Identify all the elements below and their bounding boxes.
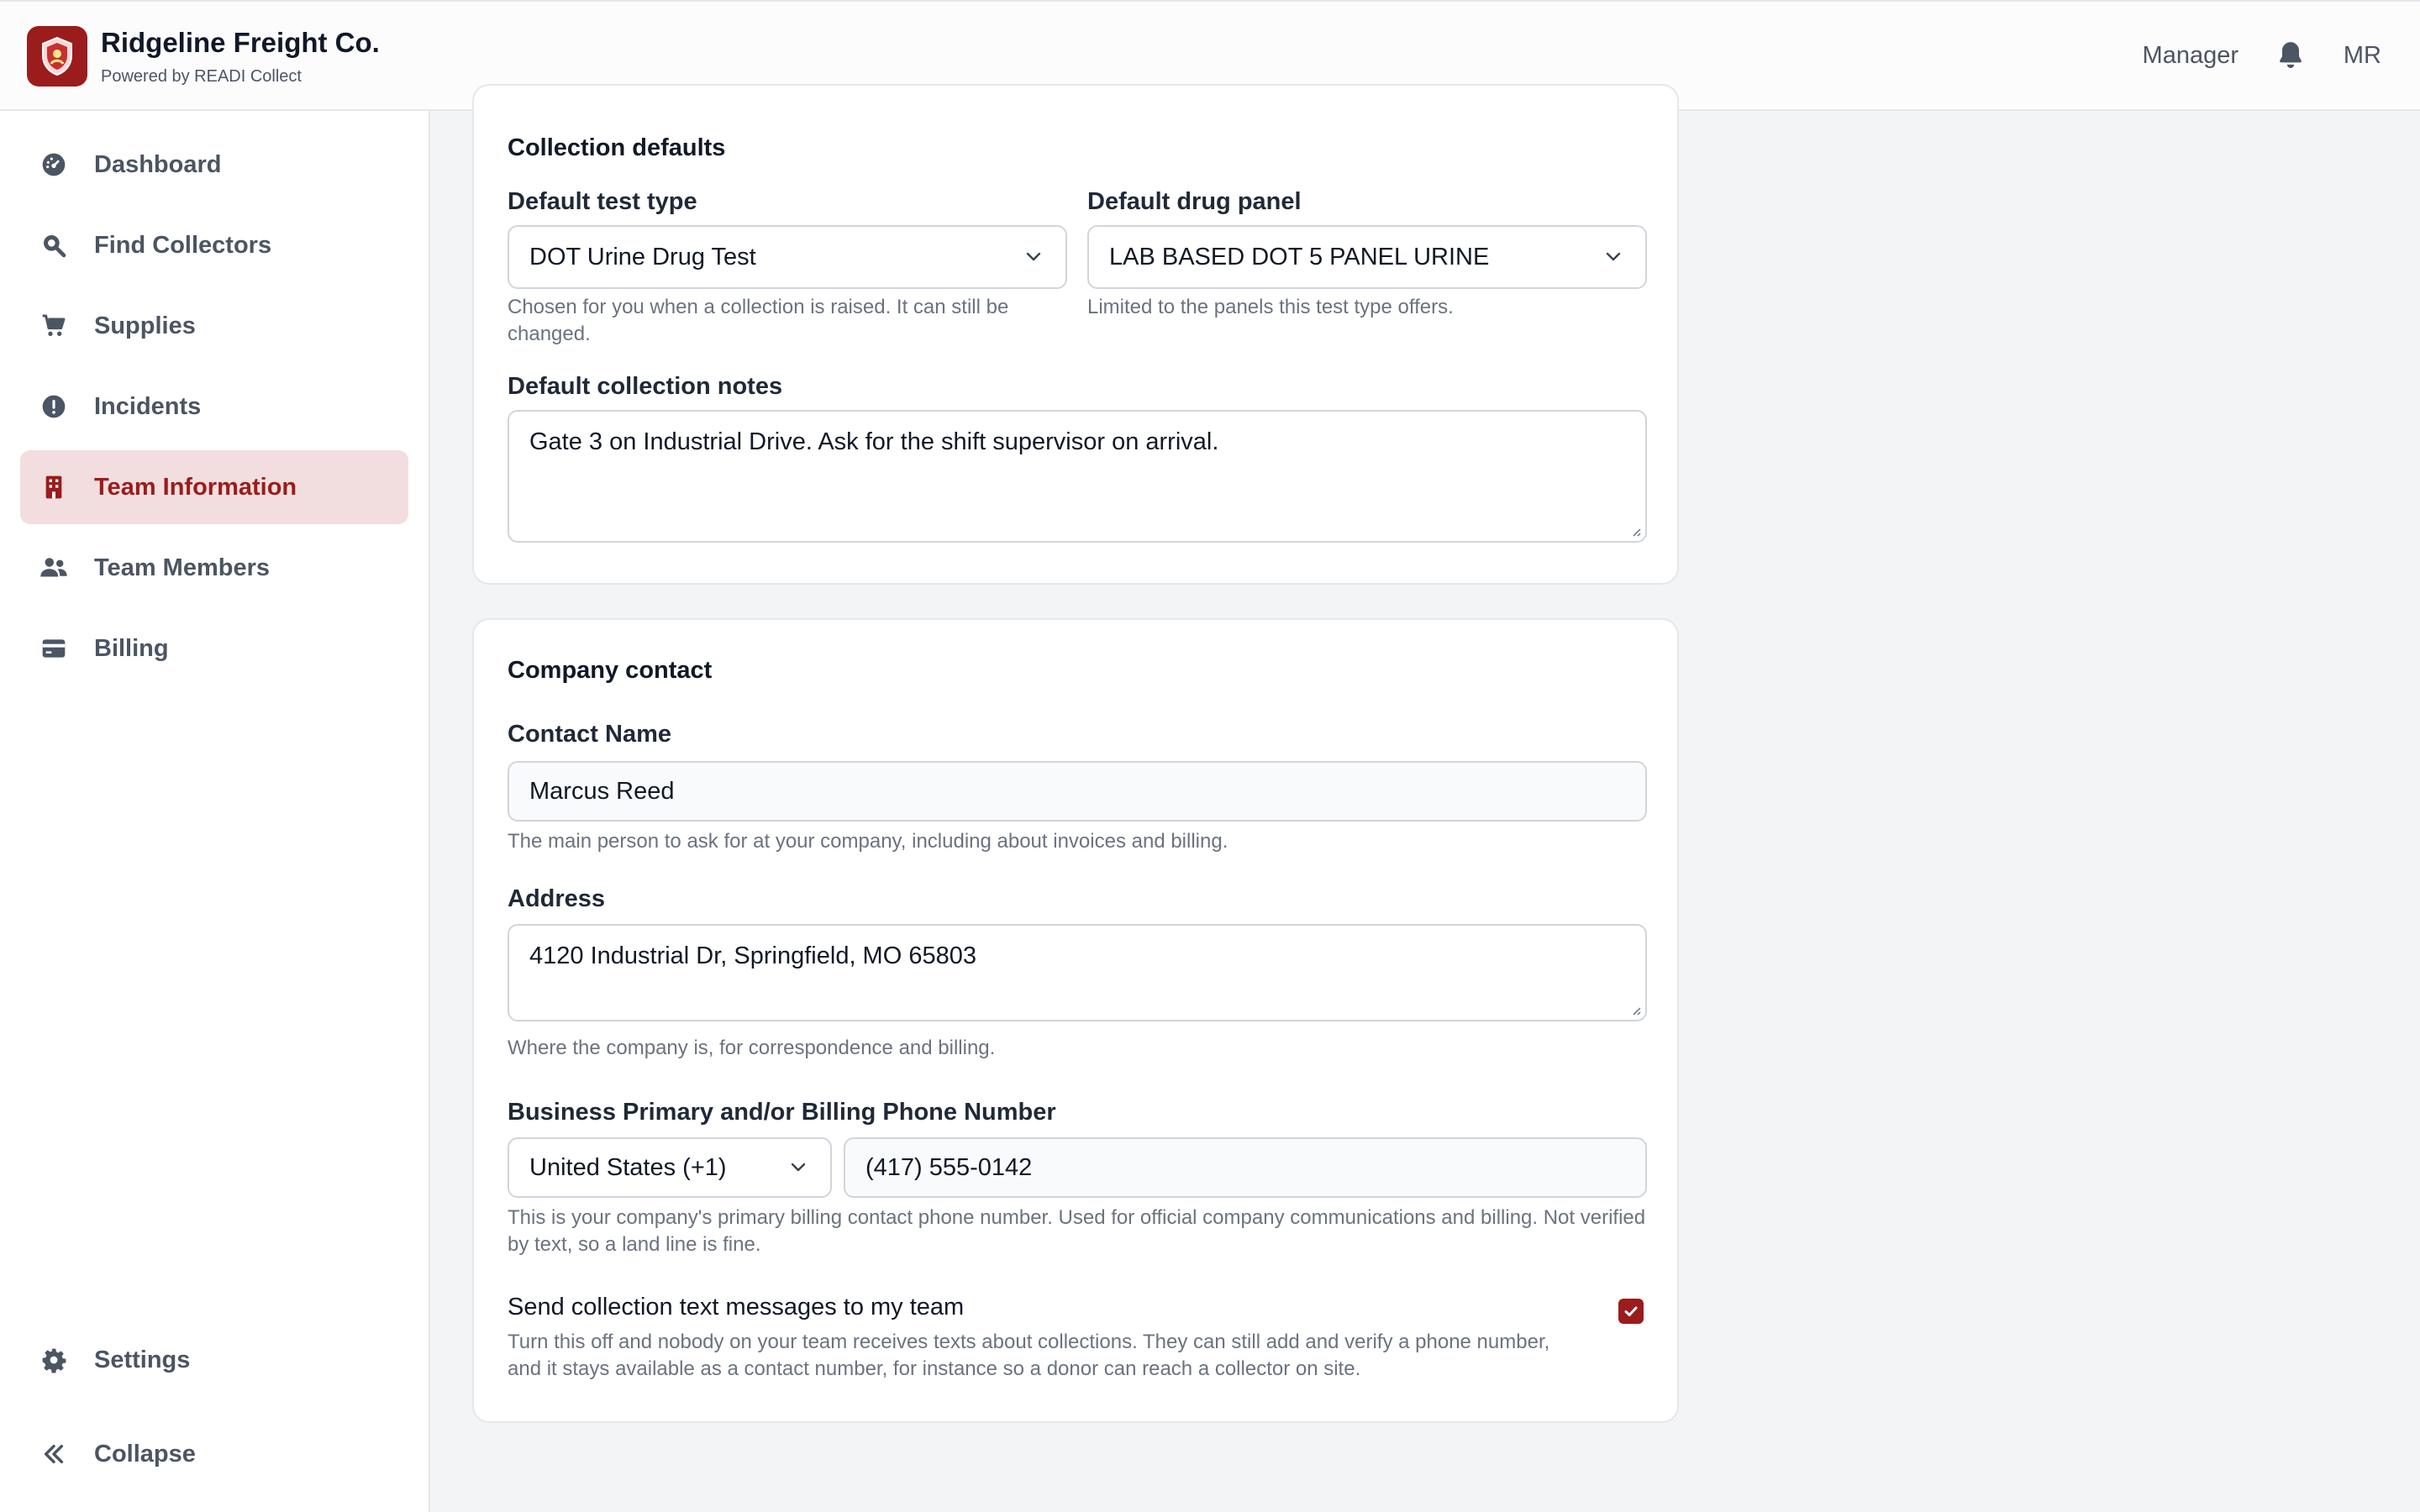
notes-label: Default collection notes xyxy=(508,373,783,400)
drug-panel-select[interactable]: LAB BASED DOT 5 PANEL URINE xyxy=(1087,225,1647,289)
chevron-down-icon xyxy=(1606,252,1621,261)
sidebar-item-dashboard[interactable]: Dashboard xyxy=(20,128,408,202)
notes-value: Gate 3 on Industrial Drive. Ask for the … xyxy=(529,428,1219,455)
sidebar-item-find-collectors[interactable]: Find Collectors xyxy=(20,208,408,282)
role-switcher[interactable]: Manager xyxy=(2143,42,2238,70)
phone-number-value: (417) 555-0142 xyxy=(865,1153,1033,1181)
sidebar-collapse-button[interactable]: Collapse xyxy=(20,1417,408,1491)
brand-tagline: Powered by READI Collect xyxy=(101,67,302,86)
contact-name-label: Contact Name xyxy=(508,721,671,748)
credit-card-icon xyxy=(37,632,71,665)
drug-panel-value: LAB BASED DOT 5 PANEL URINE xyxy=(1109,243,1490,270)
country-code-select[interactable]: United States (+1) xyxy=(508,1137,832,1198)
sms-help: Turn this off and nobody on your team re… xyxy=(508,1331,1550,1380)
sidebar-item-label: Settings xyxy=(94,1346,191,1373)
sidebar-item-label: Billing xyxy=(94,634,169,662)
gauge-icon xyxy=(37,148,71,181)
sidebar-item-incidents[interactable]: Incidents xyxy=(20,370,408,444)
sms-toggle-label: Send collection text messages to my team xyxy=(508,1294,965,1320)
contact-name-input[interactable]: Marcus Reed xyxy=(508,761,1647,822)
sidebar-item-team-information[interactable]: Team Information xyxy=(20,450,408,524)
sidebar-item-label: Team Members xyxy=(94,554,270,581)
contact-name-help: The main person to ask for at your compa… xyxy=(508,830,1228,853)
sidebar-item-label: Team Information xyxy=(94,473,297,501)
phone-help: This is your company's primary billing c… xyxy=(508,1206,1646,1256)
test-type-help: Chosen for you when a collection is rais… xyxy=(508,296,1009,345)
cart-icon xyxy=(37,309,71,343)
address-value: 4120 Industrial Dr, Springfield, MO 6580… xyxy=(529,942,976,969)
test-type-value: DOT Urine Drug Test xyxy=(529,243,756,270)
building-icon xyxy=(37,470,71,504)
drug-panel-label: Default drug panel xyxy=(1087,188,1302,215)
bell-icon[interactable] xyxy=(2274,39,2307,72)
notes-textarea[interactable]: Gate 3 on Industrial Drive. Ask for the … xyxy=(508,410,1647,543)
drug-panel-help: Limited to the panels this test type off… xyxy=(1087,296,1454,318)
collection-defaults-card: Collection defaults Default test type DO… xyxy=(472,84,1679,585)
sidebar-item-billing[interactable]: Billing xyxy=(20,612,408,685)
alert-icon xyxy=(37,390,71,423)
resize-grip-icon[interactable] xyxy=(1628,1003,1642,1016)
phone-number-input[interactable]: (417) 555-0142 xyxy=(844,1137,1647,1198)
sidebar-item-label: Incidents xyxy=(94,392,202,420)
country-code-value: United States (+1) xyxy=(529,1153,727,1181)
check-icon xyxy=(1624,1306,1638,1316)
sms-checkbox[interactable] xyxy=(1618,1299,1644,1324)
phone-label: Business Primary and/or Billing Phone Nu… xyxy=(508,1099,1056,1126)
section-title: Company contact xyxy=(508,657,713,684)
shield-icon xyxy=(27,26,87,87)
brand-name: Ridgeline Freight Co. xyxy=(101,27,380,58)
user-avatar[interactable]: MR xyxy=(2344,42,2381,70)
sidebar-item-settings[interactable]: Settings xyxy=(20,1323,408,1397)
address-help: Where the company is, for correspondence… xyxy=(508,1037,996,1059)
test-type-select[interactable]: DOT Urine Drug Test xyxy=(508,225,1067,289)
address-textarea[interactable]: 4120 Industrial Dr, Springfield, MO 6580… xyxy=(508,924,1647,1021)
chevron-down-icon xyxy=(1026,252,1041,261)
search-icon xyxy=(37,228,71,262)
section-title: Collection defaults xyxy=(508,134,726,161)
sidebar-item-label: Supplies xyxy=(94,312,196,339)
gear-icon xyxy=(37,1343,71,1377)
address-label: Address xyxy=(508,885,606,912)
sidebar-item-label: Find Collectors xyxy=(94,231,272,259)
chevrons-left-icon xyxy=(37,1437,71,1471)
chevron-down-icon xyxy=(791,1163,806,1172)
sidebar-item-team-members[interactable]: Team Members xyxy=(20,531,408,605)
company-contact-card: Company contact Contact Name Marcus Reed… xyxy=(472,618,1679,1423)
contact-name-value: Marcus Reed xyxy=(529,777,675,805)
resize-grip-icon[interactable] xyxy=(1628,524,1642,538)
users-icon xyxy=(37,551,71,585)
test-type-label: Default test type xyxy=(508,188,697,215)
sidebar-item-label: Dashboard xyxy=(94,150,222,178)
sidebar-item-supplies[interactable]: Supplies xyxy=(20,289,408,363)
sidebar-item-label: Collapse xyxy=(94,1440,196,1467)
